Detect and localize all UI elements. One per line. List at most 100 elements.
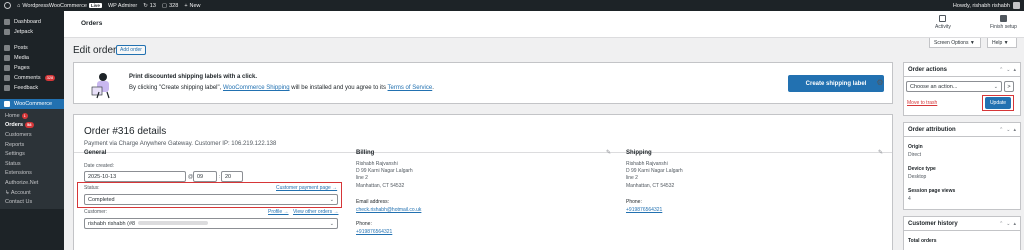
finish-setup-button[interactable]: Finish setup bbox=[990, 15, 1017, 30]
add-order-button[interactable]: Add order bbox=[116, 45, 146, 55]
sidebar-item-comments[interactable]: Comments 328 bbox=[0, 73, 64, 83]
media-icon bbox=[4, 55, 10, 61]
sidebar-item-label: Pages bbox=[14, 65, 30, 71]
sidebar-item-pages[interactable]: Pages bbox=[0, 63, 64, 73]
jetpack-icon bbox=[4, 29, 10, 35]
chevron-down-icon[interactable]: ⌄ bbox=[1006, 221, 1010, 227]
plus-icon: + bbox=[184, 2, 188, 9]
move-to-trash-link[interactable]: Move to trash bbox=[907, 100, 937, 106]
woocommerce-shipping-link[interactable]: WooCommerce Shipping bbox=[223, 85, 290, 91]
update-button[interactable]: Update bbox=[985, 97, 1011, 109]
date-created-label: Date created: bbox=[84, 163, 115, 169]
home-icon: ⌂ bbox=[17, 2, 21, 9]
box-controls[interactable]: ⌃ ⌄ ▴ bbox=[999, 67, 1016, 73]
activity-button[interactable]: Activity bbox=[935, 15, 951, 30]
sidebar-item-woocommerce[interactable]: WooCommerce bbox=[0, 99, 64, 109]
billing-email-link[interactable]: check.rishabh@hotmail.co.uk bbox=[356, 207, 421, 213]
submenu-customers[interactable]: Customers bbox=[0, 130, 64, 140]
updates-count: 13 bbox=[149, 2, 156, 9]
view-other-orders-link[interactable]: View other orders → bbox=[293, 209, 338, 215]
wp-admirer-link[interactable]: WP Admirer bbox=[108, 3, 137, 9]
customer-value-wrap: rishabh rishabh (#8 bbox=[88, 221, 209, 227]
create-shipping-label-button[interactable]: Create shipping label bbox=[788, 75, 884, 92]
submenu-home[interactable]: Home 1 bbox=[0, 111, 64, 121]
live-badge: Live bbox=[88, 3, 102, 8]
submenu-label: Contact Us bbox=[5, 199, 33, 206]
dashboard-icon bbox=[4, 19, 10, 25]
billing-heading: Billing bbox=[356, 150, 375, 156]
collapse-icon[interactable]: ▴ bbox=[1013, 67, 1016, 73]
comments-link[interactable]: ▢ 328 bbox=[162, 3, 178, 9]
howdy-label: Howdy, rishabh rishabh bbox=[952, 2, 1010, 9]
new-content-link[interactable]: + New bbox=[184, 3, 200, 9]
box-controls[interactable]: ⌃ ⌄ ▴ bbox=[999, 127, 1016, 133]
shipping-phone-link[interactable]: +919876564321 bbox=[626, 207, 662, 213]
submenu-extensions[interactable]: Extensions bbox=[0, 169, 64, 179]
date-created-input[interactable]: 2025-10-13 bbox=[84, 171, 186, 182]
screen-options-button[interactable]: Screen Options ▼ bbox=[929, 38, 981, 48]
minute-input[interactable]: 20 bbox=[221, 171, 243, 182]
help-button[interactable]: Help ▼ bbox=[987, 38, 1017, 48]
gear-icon[interactable]: ⚙ bbox=[876, 79, 884, 87]
sidebar-item-dashboard[interactable]: Dashboard bbox=[0, 17, 64, 27]
billing-phone-link[interactable]: +919876564321 bbox=[356, 229, 392, 235]
flag-icon bbox=[939, 15, 947, 22]
banner-headline: Print discounted shipping labels with a … bbox=[129, 74, 258, 80]
customer-payment-page-link[interactable]: Customer payment page → bbox=[276, 185, 337, 191]
submenu-reports[interactable]: Reports bbox=[0, 140, 64, 150]
sidebar-item-label: Media bbox=[14, 55, 29, 61]
pin-icon bbox=[4, 45, 10, 51]
status-value: Completed bbox=[88, 196, 115, 203]
finish-setup-label: Finish setup bbox=[990, 24, 1017, 30]
customer-select[interactable]: rishabh rishabh (#8 ⌄ bbox=[84, 218, 338, 229]
submenu-contact-us[interactable]: Contact Us bbox=[0, 197, 64, 207]
banner-text: By clicking "Create shipping label", Woo… bbox=[129, 85, 434, 91]
status-select[interactable]: Completed ⌄ bbox=[84, 194, 338, 205]
wordpress-logo[interactable] bbox=[4, 2, 11, 9]
submenu-settings[interactable]: Settings bbox=[0, 149, 64, 159]
chevron-up-icon[interactable]: ⌃ bbox=[999, 67, 1003, 73]
sidebar-item-posts[interactable]: Posts bbox=[0, 43, 64, 53]
updates-link[interactable]: ↻ 13 bbox=[143, 3, 156, 9]
terms-of-service-link[interactable]: Terms of Service bbox=[388, 85, 433, 91]
box-controls[interactable]: ⌃ ⌄ ▴ bbox=[999, 221, 1016, 227]
order-subline: Payment via Charge Anywhere Gateway. Cus… bbox=[84, 141, 277, 147]
activity-label: Activity bbox=[935, 24, 951, 30]
edit-shipping-pencil-icon[interactable]: ✎ bbox=[878, 149, 883, 156]
collapse-icon[interactable]: ▴ bbox=[1013, 221, 1016, 227]
woocommerce-header: Orders Activity Finish setup bbox=[64, 11, 1024, 38]
chevron-down-icon[interactable]: ⌄ bbox=[1006, 67, 1010, 73]
shipping-address: Rishabh Rajvanshi D 99 Karni Nagar Lalga… bbox=[626, 161, 683, 190]
sidebar-item-media[interactable]: Media bbox=[0, 53, 64, 63]
session-page-views-label: Session page views bbox=[908, 188, 956, 194]
site-name-link[interactable]: ⌂ WordpressWooCommerce Live bbox=[17, 3, 102, 9]
banner-text-end: . bbox=[432, 85, 434, 91]
chevron-down-icon[interactable]: ⌄ bbox=[1006, 127, 1010, 133]
order-heading: Order #316 details bbox=[84, 126, 167, 137]
origin-value: Direct bbox=[908, 152, 922, 158]
submenu-orders[interactable]: Orders 58 bbox=[0, 121, 64, 131]
chevron-up-icon[interactable]: ⌃ bbox=[999, 221, 1003, 227]
sidebar-item-feedback[interactable]: Feedback bbox=[0, 83, 64, 93]
sidebar-item-jetpack[interactable]: Jetpack bbox=[0, 27, 64, 37]
address-line: Manhattan, CT 54532 bbox=[626, 182, 675, 189]
submenu-label: Home bbox=[5, 112, 20, 119]
edit-billing-pencil-icon[interactable]: ✎ bbox=[606, 149, 611, 156]
apply-action-button[interactable]: > bbox=[1004, 81, 1014, 92]
header-title: Orders bbox=[81, 20, 103, 27]
submenu-label: Orders bbox=[5, 122, 24, 129]
collapse-icon[interactable]: ▴ bbox=[1013, 127, 1016, 133]
hour-input[interactable]: 09 bbox=[193, 171, 217, 182]
profile-link[interactable]: Profile → bbox=[268, 209, 289, 215]
submenu-authorize-net[interactable]: Authorize.Net bbox=[0, 178, 64, 188]
page-title: Edit order bbox=[73, 45, 117, 56]
address-line: line 2 bbox=[626, 175, 638, 182]
my-account[interactable]: Howdy, rishabh rishabh bbox=[953, 2, 1020, 9]
billing-phone-label: Phone: bbox=[356, 221, 372, 227]
chevron-up-icon[interactable]: ⌃ bbox=[999, 127, 1003, 133]
order-action-placeholder: Choose an action... bbox=[910, 83, 958, 90]
submenu-account[interactable]: ↳ Account bbox=[0, 188, 64, 198]
session-page-views-value: 4 bbox=[908, 196, 911, 202]
submenu-status[interactable]: Status bbox=[0, 159, 64, 169]
order-action-select[interactable]: Choose an action... ⌄ bbox=[906, 81, 1002, 92]
